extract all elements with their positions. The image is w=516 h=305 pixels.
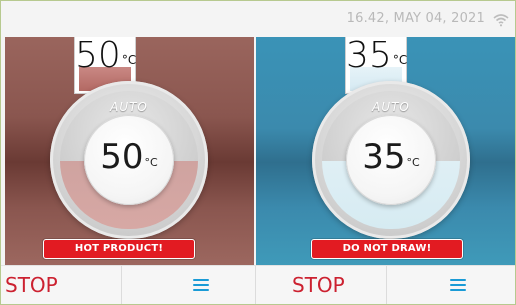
right-dispenser-panel[interactable]: 35°C AUTO 35°C DO NOT DRAW! — [256, 37, 515, 265]
left-mode-label: AUTO — [110, 100, 148, 114]
status-bar: 16.42, MAY 04, 2021 — [1, 1, 515, 37]
device-screen: 16.42, MAY 04, 2021 50°C AUTO 50°C HOT P… — [0, 0, 516, 305]
right-dial-unit: °C — [406, 156, 420, 169]
left-alert-badge: HOT PRODUCT! — [43, 239, 195, 259]
left-temperature-dial[interactable]: AUTO 50°C — [50, 81, 208, 239]
right-menu-button[interactable] — [387, 266, 515, 304]
left-dial-value: 50 — [100, 137, 144, 177]
datetime-text: 16.42, MAY 04, 2021 — [346, 11, 485, 26]
left-gauge-value: 50 — [75, 37, 121, 76]
left-gauge-unit: °C — [121, 53, 137, 67]
right-gauge-value: 35 — [346, 37, 392, 76]
right-stop-label: STOP — [292, 273, 345, 297]
right-temperature-dial[interactable]: AUTO 35°C — [312, 81, 470, 239]
right-dial-temperature: 35°C — [346, 137, 436, 177]
bottom-bar: STOP STOP — [1, 265, 515, 304]
left-menu-button[interactable] — [122, 266, 255, 304]
left-dial-unit: °C — [144, 156, 158, 169]
right-dial-value: 35 — [362, 137, 406, 177]
left-menu-icon — [193, 278, 209, 292]
right-gauge-temperature: 35°C — [346, 37, 408, 76]
left-dial-center[interactable]: 50°C — [84, 115, 174, 205]
right-menu-icon — [450, 278, 466, 292]
left-gauge-temperature: 50°C — [75, 37, 137, 76]
left-dial-temperature: 50°C — [84, 137, 174, 177]
left-stop-label: STOP — [5, 273, 58, 297]
right-mode-label: AUTO — [372, 100, 410, 114]
right-stop-button[interactable]: STOP — [256, 266, 386, 304]
right-dial-center[interactable]: 35°C — [346, 115, 436, 205]
left-dispenser-panel[interactable]: 50°C AUTO 50°C HOT PRODUCT! — [5, 37, 254, 265]
right-alert-badge: DO NOT DRAW! — [311, 239, 463, 259]
left-stop-button[interactable]: STOP — [1, 266, 121, 304]
wifi-icon — [493, 14, 509, 27]
right-gauge-unit: °C — [392, 53, 408, 67]
